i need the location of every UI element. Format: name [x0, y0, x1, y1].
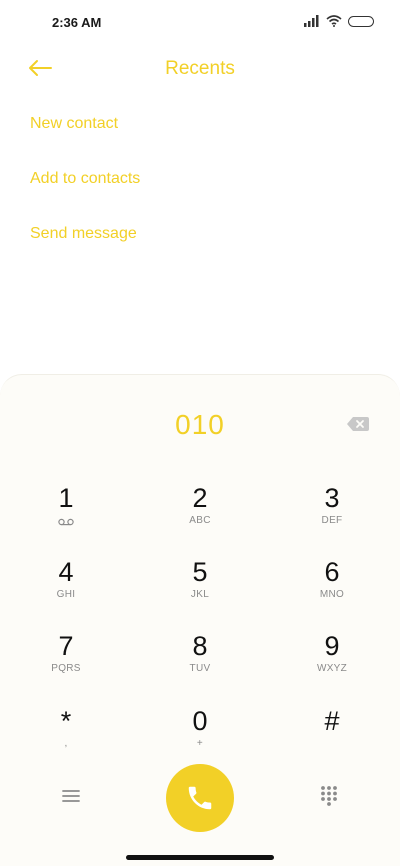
status-bar: 2:36 AM: [0, 0, 400, 44]
voicemail-icon: [58, 518, 74, 526]
key-3[interactable]: 3 DEF: [267, 483, 397, 549]
key-hash[interactable]: #: [267, 706, 397, 772]
key-1[interactable]: 1: [1, 483, 131, 549]
call-button[interactable]: [166, 764, 234, 832]
key-star[interactable]: * ,: [1, 706, 131, 772]
new-contact-option[interactable]: New contact: [30, 114, 140, 169]
status-time: 2:36 AM: [52, 15, 102, 30]
key-digit: 1: [58, 483, 74, 513]
key-7[interactable]: 7 PQRS: [1, 631, 131, 697]
key-digit: 5: [192, 557, 208, 587]
key-letters: PQRS: [51, 663, 81, 674]
key-letters: JKL: [190, 589, 210, 600]
key-4[interactable]: 4 GHI: [1, 557, 131, 623]
key-digit: 9: [324, 631, 340, 661]
key-digit: 0: [192, 706, 208, 736]
options-list: New contact Add to contacts Send message: [30, 114, 140, 279]
key-digit: 3: [324, 483, 340, 513]
key-letters: DEF: [321, 515, 343, 526]
backspace-icon[interactable]: [346, 415, 370, 433]
key-letters: MNO: [319, 589, 345, 600]
status-icons: [304, 15, 374, 27]
key-letters: WXYZ: [316, 663, 348, 674]
key-6[interactable]: 6 MNO: [267, 557, 397, 623]
key-digit: #: [324, 706, 340, 736]
key-letters: TUV: [189, 663, 211, 674]
header: Recents: [0, 48, 400, 88]
key-0[interactable]: 0 +: [135, 706, 265, 772]
key-digit: *: [60, 706, 72, 736]
key-letters: +: [196, 738, 204, 749]
key-9[interactable]: 9 WXYZ: [267, 631, 397, 697]
add-to-contacts-option[interactable]: Add to contacts: [30, 169, 140, 224]
dialpad-icon[interactable]: [318, 784, 340, 806]
send-message-option[interactable]: Send message: [30, 224, 140, 279]
home-indicator[interactable]: [126, 855, 274, 860]
key-digit: 8: [192, 631, 208, 661]
key-digit: 4: [58, 557, 74, 587]
page-title: Recents: [165, 58, 235, 79]
key-5[interactable]: 5 JKL: [135, 557, 265, 623]
menu-icon[interactable]: [60, 786, 82, 806]
key-letters: GHI: [56, 589, 76, 600]
key-8[interactable]: 8 TUV: [135, 631, 265, 697]
key-letters: ABC: [189, 515, 211, 526]
key-digit: 6: [324, 557, 340, 587]
dialed-number: 010: [175, 409, 225, 440]
dialer-screen: 2:36 AM Recents New contact Add to conta…: [0, 0, 400, 866]
signal-icon: [304, 15, 319, 27]
wifi-icon: [326, 15, 342, 27]
phone-icon: [188, 786, 212, 810]
battery-icon: [348, 15, 374, 27]
key-2[interactable]: 2 ABC: [135, 483, 265, 549]
key-letters: ,: [64, 738, 68, 749]
key-digit: 2: [192, 483, 208, 513]
key-digit: 7: [58, 631, 74, 661]
